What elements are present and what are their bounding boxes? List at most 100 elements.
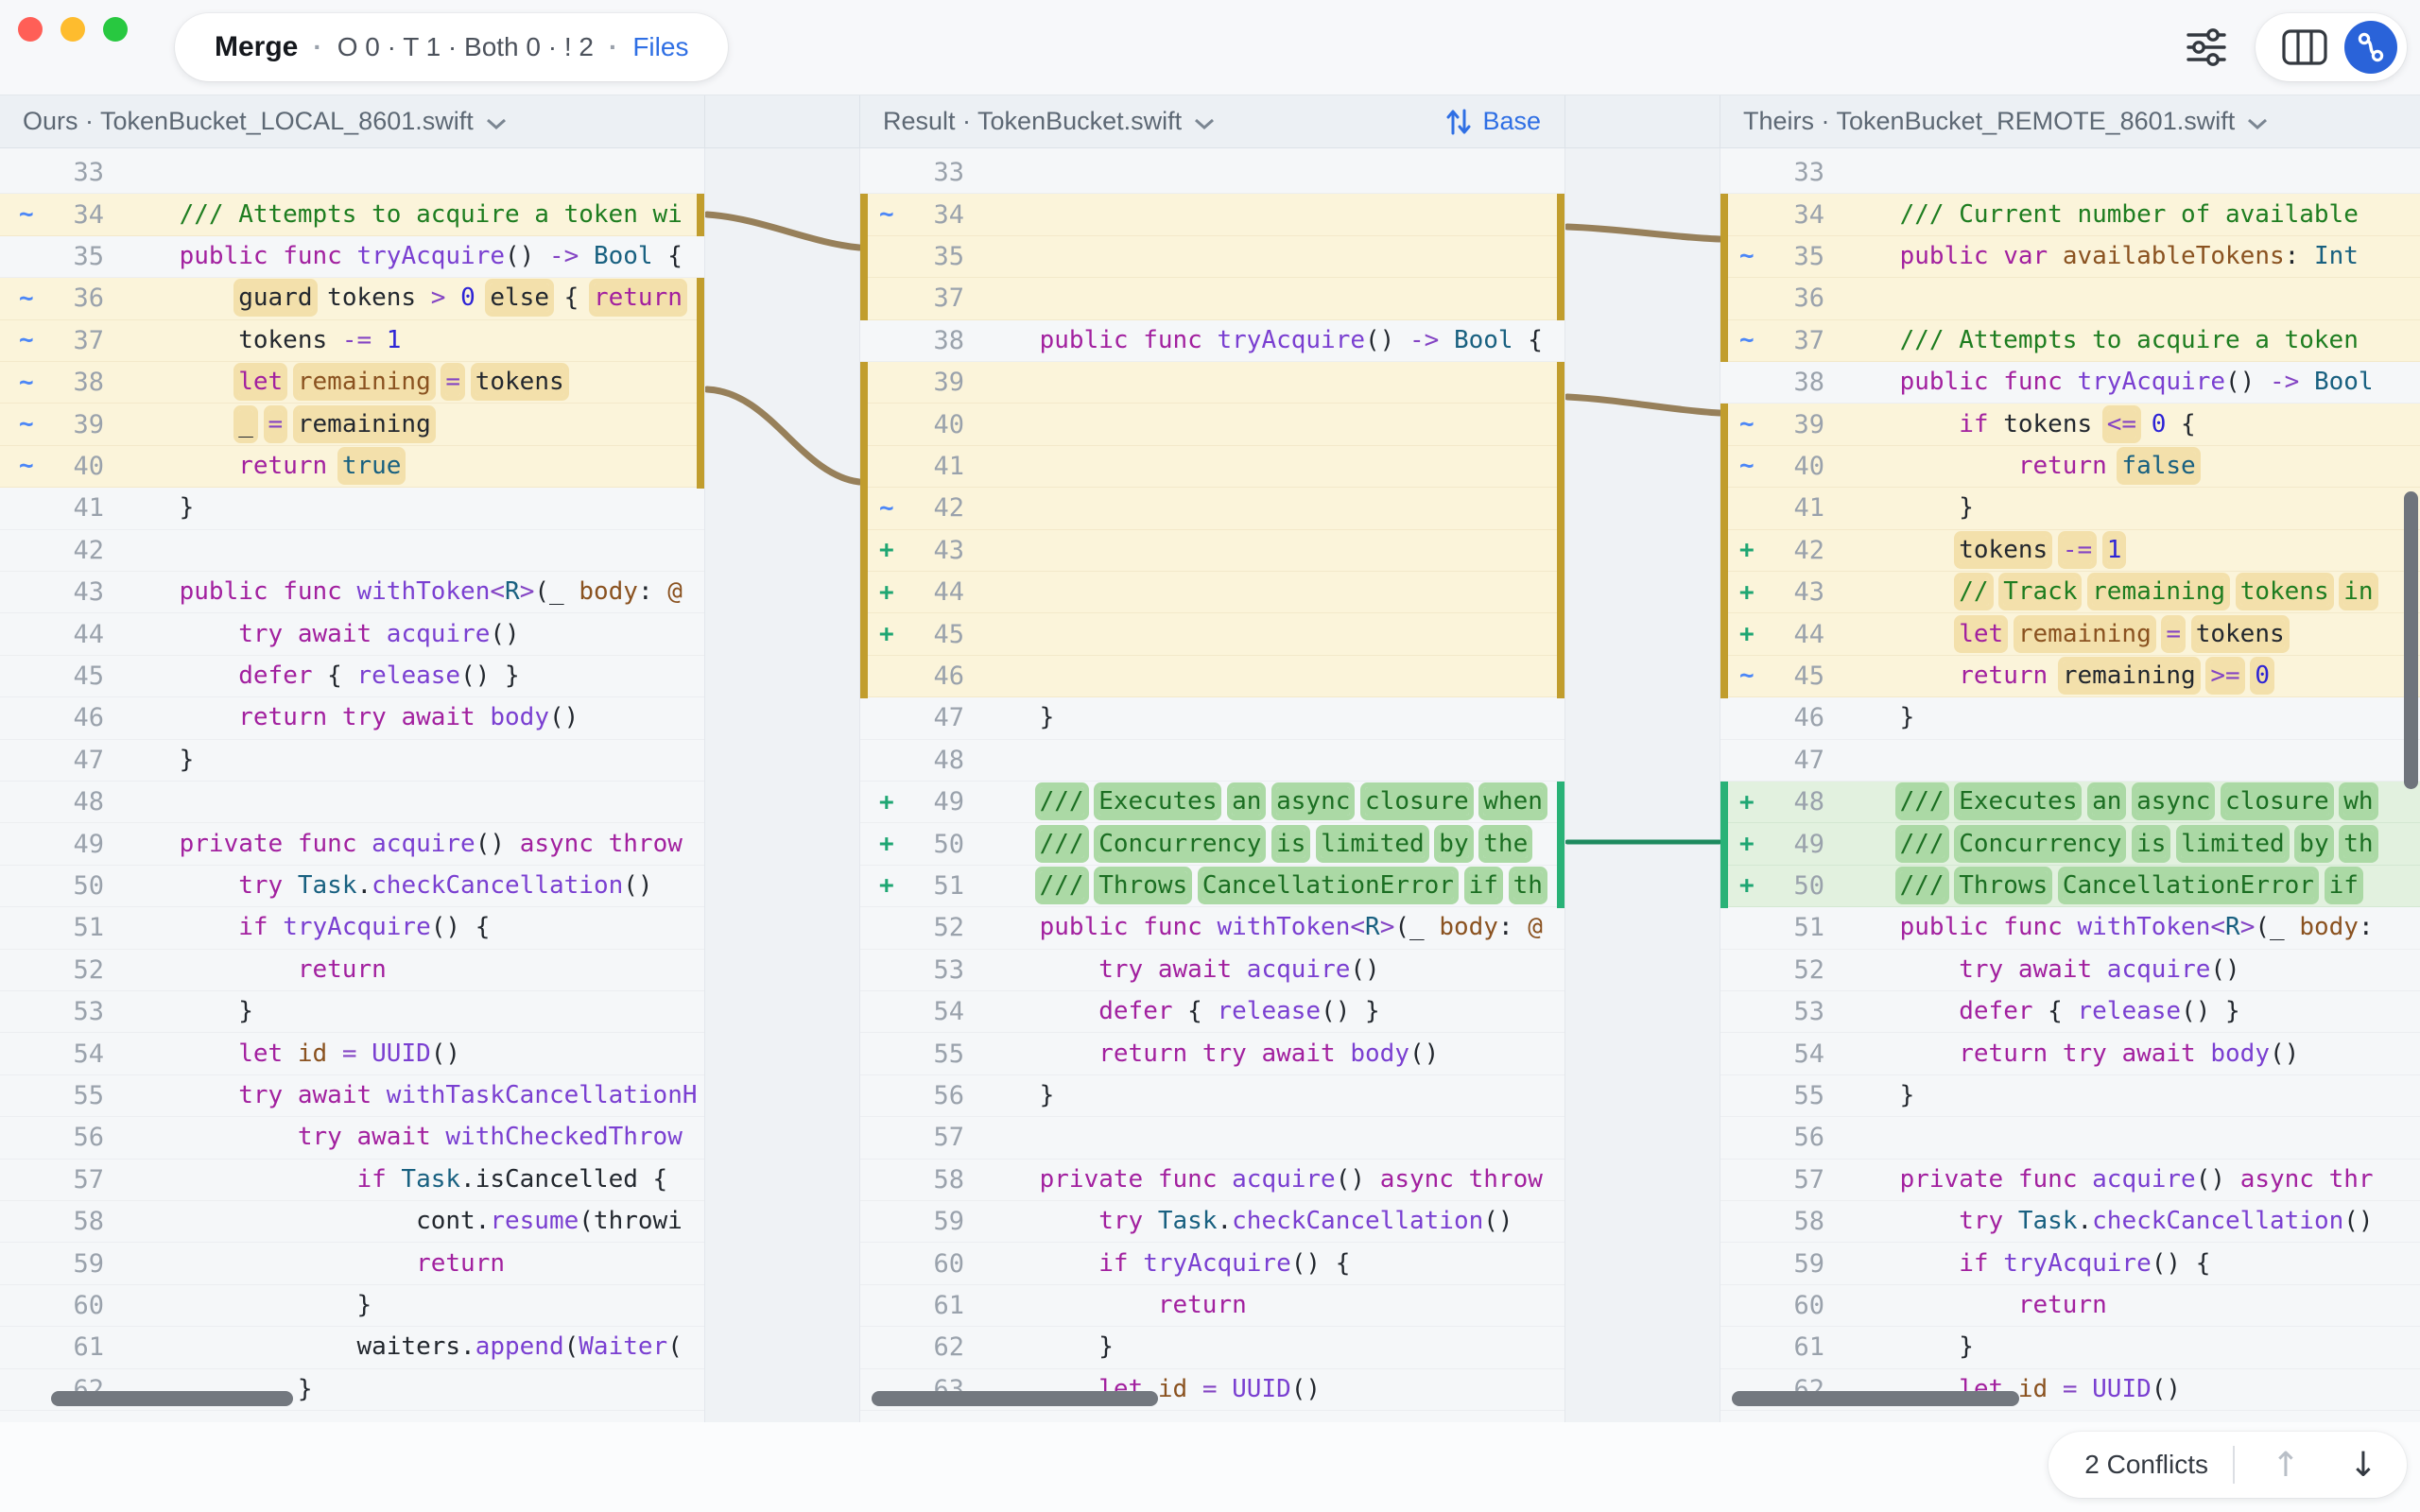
code-line[interactable]: 41 } (1720, 488, 2420, 529)
code-line[interactable]: 42 (0, 530, 704, 572)
code-line[interactable]: 59 try Task.checkCancellation() (860, 1201, 1564, 1243)
code-line[interactable]: 52 public func withToken<R>(_ body: @ (860, 907, 1564, 949)
code-line[interactable]: ~36 guard tokens > 0 else { return (0, 278, 704, 319)
code-line[interactable]: 59 if tryAcquire() { (1720, 1243, 2420, 1284)
result-file-selector[interactable]: Result · TokenBucket.swift (883, 95, 1216, 147)
zoom-button[interactable] (103, 17, 128, 42)
code-line[interactable]: ~34 /// Attempts to acquire a token wi (0, 194, 704, 235)
code-line[interactable]: +49 /// Concurrency is limited by th (1720, 823, 2420, 865)
columns-icon[interactable] (2278, 21, 2331, 74)
code-line[interactable]: 58 private func acquire() async throw (860, 1160, 1564, 1201)
code-line[interactable]: 54 let id = UUID() (0, 1033, 704, 1074)
code-line[interactable]: 39 (860, 362, 1564, 404)
code-line[interactable]: 46 } (1720, 697, 2420, 739)
code-line[interactable]: 33 (0, 152, 704, 194)
previous-conflict-button[interactable]: ↑ (2259, 1438, 2312, 1491)
files-link[interactable]: Files (632, 32, 688, 62)
code-line[interactable]: +50 /// Throws CancellationError if (1720, 866, 2420, 907)
code-line[interactable]: 57 (860, 1117, 1564, 1159)
code-line[interactable]: 53 } (0, 991, 704, 1033)
vertical-scrollbar[interactable] (2404, 491, 2418, 789)
code-line[interactable]: 55 } (1720, 1075, 2420, 1117)
code-line[interactable]: 54 defer { release() } (860, 991, 1564, 1033)
code-line[interactable]: +43 // Track remaining tokens in (1720, 572, 2420, 613)
code-line[interactable]: 47 } (860, 697, 1564, 739)
code-line[interactable]: 54 return try await body() (1720, 1033, 2420, 1074)
code-line[interactable]: 41 } (0, 488, 704, 529)
code-line[interactable]: 33 (1720, 152, 2420, 194)
code-line[interactable]: +50 /// Concurrency is limited by the (860, 823, 1564, 865)
code-line[interactable]: +42 tokens -= 1 (1720, 530, 2420, 572)
code-line[interactable]: +48 /// Executes an async closure wh (1720, 782, 2420, 823)
code-line[interactable]: 57 if Task.isCancelled { (0, 1160, 704, 1201)
code-line[interactable]: 62 } (860, 1327, 1564, 1368)
code-line[interactable]: 48 (0, 782, 704, 823)
code-line[interactable]: 56 } (860, 1075, 1564, 1117)
code-line[interactable]: 60 return (1720, 1285, 2420, 1327)
code-line[interactable]: ~40 return false (1720, 446, 2420, 488)
code-line[interactable]: ~45 return remaining >= 0 (1720, 656, 2420, 697)
code-line[interactable]: 61 } (1720, 1327, 2420, 1368)
code-line[interactable]: 56 (1720, 1117, 2420, 1159)
code-line[interactable]: 46 (860, 656, 1564, 697)
code-line[interactable]: +49 /// Executes an async closure when (860, 782, 1564, 823)
ours-file-selector[interactable]: Ours · TokenBucket_LOCAL_8601.swift (23, 95, 508, 147)
code-line[interactable]: ~39 _ = remaining (0, 404, 704, 445)
code-line[interactable]: 38 public func tryAcquire() -> Bool { (860, 320, 1564, 362)
code-line[interactable]: 61 waiters.append(Waiter( (0, 1327, 704, 1368)
code-line[interactable]: 49 private func acquire() async throw (0, 823, 704, 865)
code-line[interactable]: 60 } (0, 1285, 704, 1327)
code-line[interactable]: +44 let remaining = tokens (1720, 613, 2420, 655)
code-line[interactable]: 47 } (0, 740, 704, 782)
code-line[interactable]: 61 return (860, 1285, 1564, 1327)
close-button[interactable] (18, 17, 43, 42)
code-line[interactable]: ~40 return true (0, 446, 704, 488)
base-button[interactable]: Base (1444, 95, 1541, 147)
code-line[interactable]: ~37 /// Attempts to acquire a token (1720, 320, 2420, 362)
code-line[interactable]: 57 private func acquire() async thr (1720, 1160, 2420, 1201)
code-line[interactable]: ~38 let remaining = tokens (0, 362, 704, 404)
code-line[interactable]: 34 /// Current number of available (1720, 194, 2420, 235)
code-line[interactable]: ~42 (860, 488, 1564, 529)
code-line[interactable]: 51 if tryAcquire() { (0, 907, 704, 949)
code-line[interactable]: 53 defer { release() } (1720, 991, 2420, 1033)
code-line[interactable]: 60 if tryAcquire() { (860, 1243, 1564, 1284)
code-line[interactable]: 45 defer { release() } (0, 656, 704, 697)
code-line[interactable]: 41 (860, 446, 1564, 488)
code-line[interactable]: 37 (860, 278, 1564, 319)
code-line[interactable]: ~35 public var availableTokens: Int (1720, 236, 2420, 278)
code-line[interactable]: 59 return (0, 1243, 704, 1284)
ours-horizontal-scrollbar[interactable] (51, 1391, 293, 1406)
code-line[interactable]: +45 (860, 613, 1564, 655)
code-line[interactable]: 40 (860, 404, 1564, 445)
code-line[interactable]: 47 (1720, 740, 2420, 782)
code-line[interactable]: 36 (1720, 278, 2420, 319)
code-line[interactable]: +43 (860, 530, 1564, 572)
code-line[interactable]: 56 try await withCheckedThrow (0, 1117, 704, 1159)
next-conflict-button[interactable]: ↓ (2337, 1438, 2390, 1491)
code-line[interactable]: 35 public func tryAcquire() -> Bool { (0, 236, 704, 278)
code-line[interactable]: 33 (860, 152, 1564, 194)
code-line[interactable]: ~37 tokens -= 1 (0, 320, 704, 362)
code-line[interactable]: 48 (860, 740, 1564, 782)
result-horizontal-scrollbar[interactable] (872, 1391, 1158, 1406)
theirs-horizontal-scrollbar[interactable] (1732, 1391, 2019, 1406)
code-line[interactable]: +51 /// Throws CancellationError if th (860, 866, 1564, 907)
code-line[interactable]: 58 cont.resume(throwi (0, 1201, 704, 1243)
code-line[interactable]: 58 try Task.checkCancellation() (1720, 1201, 2420, 1243)
code-line[interactable]: ~39 if tokens <= 0 { (1720, 404, 2420, 445)
code-line[interactable]: ~34 (860, 194, 1564, 235)
code-line[interactable]: 46 return try await body() (0, 697, 704, 739)
code-line[interactable]: 51 public func withToken<R>(_ body: (1720, 907, 2420, 949)
code-line[interactable]: 55 try await withTaskCancellationH (0, 1075, 704, 1117)
sliders-icon[interactable] (2182, 23, 2231, 72)
code-line[interactable]: 52 return (0, 950, 704, 991)
code-line[interactable]: 43 public func withToken<R>(_ body: @ (0, 572, 704, 613)
code-line[interactable]: 55 return try await body() (860, 1033, 1564, 1074)
code-line[interactable]: 52 try await acquire() (1720, 950, 2420, 991)
code-line[interactable]: +44 (860, 572, 1564, 613)
minimize-button[interactable] (60, 17, 85, 42)
merge-graph-icon[interactable] (2344, 21, 2397, 74)
code-line[interactable]: 35 (860, 236, 1564, 278)
code-line[interactable]: 44 try await acquire() (0, 613, 704, 655)
